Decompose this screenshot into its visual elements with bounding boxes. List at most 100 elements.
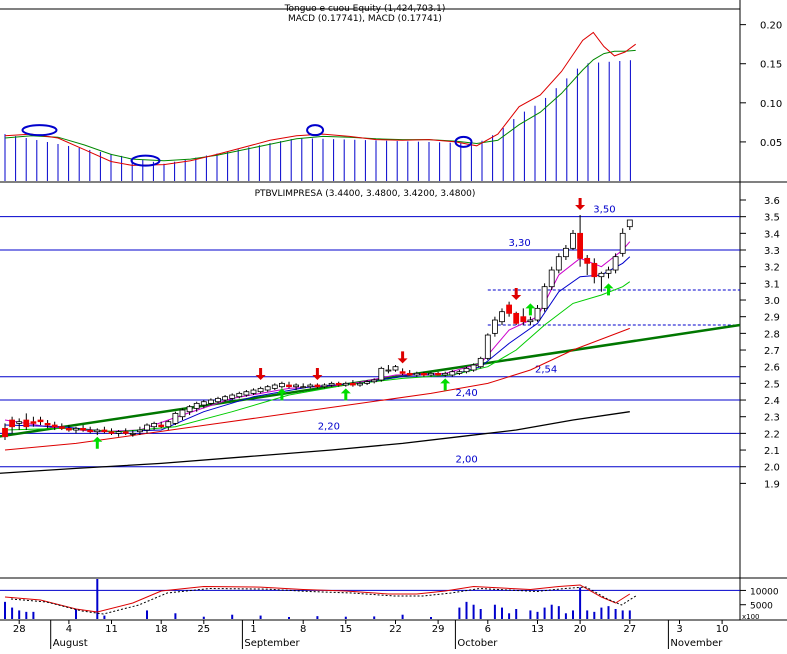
volume-bar (458, 607, 461, 619)
candle-body (9, 419, 16, 428)
volume-bar (586, 610, 589, 619)
candle-body (44, 422, 51, 426)
x-day-label: 8 (300, 624, 306, 635)
candle-body (257, 387, 264, 393)
volume-bar (25, 611, 28, 619)
volume-bar (479, 609, 482, 619)
volume-bar (557, 606, 560, 619)
volume-bar (508, 613, 511, 619)
candle-body (158, 424, 165, 428)
candle-body (364, 381, 371, 384)
volume-bar (515, 609, 518, 619)
x-day-label: 18 (155, 624, 168, 635)
price-y-tick-label: 2.8 (764, 329, 780, 340)
price-y-tick-label: 3.5 (764, 213, 780, 224)
candle-body (548, 269, 555, 288)
candle-body (236, 392, 243, 398)
volume-bar (600, 607, 603, 619)
x-day-label: 22 (389, 624, 402, 635)
volume-bar (344, 616, 347, 619)
candle-body (399, 371, 406, 374)
candle-body (115, 431, 122, 434)
volume-bar (11, 607, 14, 619)
volume-bar (259, 615, 262, 619)
candle-body (470, 364, 477, 371)
candle-body (16, 421, 23, 424)
price-y-tick-label: 2.0 (764, 463, 780, 474)
volume-bar (550, 604, 553, 619)
x-month-label: October (457, 638, 498, 649)
candle-body (94, 429, 101, 433)
candle-body (555, 256, 562, 271)
candle-body (499, 311, 505, 323)
candle-body (612, 256, 619, 271)
price-y-tick-label: 2.3 (764, 413, 780, 424)
candle-body (307, 384, 314, 388)
candle-body (420, 372, 427, 376)
candle-body (435, 372, 442, 376)
volume-bar (572, 610, 574, 619)
candle-body (23, 419, 30, 428)
volume-bar (32, 611, 35, 619)
candle-body (456, 371, 463, 374)
candle-body (428, 372, 434, 376)
candle-body (619, 232, 626, 254)
volume-bar (146, 610, 148, 619)
candle-body (264, 386, 271, 391)
price-y-tick-label: 3.3 (764, 246, 780, 257)
candle-body (2, 427, 8, 438)
candle-body (385, 369, 392, 372)
candle-body (342, 382, 349, 386)
candle-body (51, 424, 58, 428)
volume-bar (493, 604, 496, 619)
chart-window: 0.20 0.15 0.10 0.05 3.6 3.5 3.4 3.3 3.2 3.1 3.0 2.… (0, 0, 787, 649)
x-month-label: November (670, 638, 723, 649)
price-level-label: 3,30 (509, 238, 531, 249)
volume-y-tick-label: 5000 (750, 602, 773, 612)
candle-body (491, 319, 498, 334)
price-y-tick-label: 3.2 (764, 263, 780, 274)
candle-body (570, 232, 576, 249)
price-y-tick-label: 3.6 (764, 196, 780, 207)
volume-bar (75, 609, 77, 619)
volume-bar (472, 604, 475, 619)
candle-body (534, 307, 541, 321)
x-day-label: 13 (531, 624, 544, 635)
price-y-tick-label: 2.4 (764, 396, 780, 407)
volume-bar (536, 611, 539, 619)
price-title: PTBVLIMPRESA (3.4400, 3.4800, 3.4200, 3.… (255, 189, 476, 199)
candle-body (179, 409, 186, 418)
candle-body (271, 384, 278, 389)
x-day-label: 6 (485, 624, 491, 635)
price-y-tick-label: 2.7 (764, 346, 780, 357)
candle-body (321, 384, 328, 388)
candle-body (506, 304, 513, 314)
candle-body (626, 219, 633, 228)
candle-body (484, 334, 491, 359)
volume-bar (628, 610, 631, 619)
price-y-tick-label: 1.9 (764, 479, 780, 490)
price-y-tick-label: 3.1 (764, 279, 780, 290)
x-day-label: 20 (574, 624, 587, 635)
candle-body (335, 382, 342, 386)
price-level-label: 2,40 (456, 388, 478, 399)
candle-body (87, 429, 94, 433)
macd-y-tick-label: 0.10 (760, 99, 782, 110)
candle-body (378, 367, 385, 381)
candle-body (520, 316, 527, 323)
price-y-tick-label: 2.5 (764, 379, 780, 390)
candle-body (165, 421, 172, 428)
macd-y-tick-label: 0.15 (760, 60, 782, 71)
candle-body (108, 431, 115, 434)
candle-body (243, 391, 250, 396)
candle-body (66, 427, 72, 431)
volume-bar (18, 610, 21, 619)
volume-bar (103, 615, 106, 619)
price-level-label: 2,00 (456, 455, 478, 466)
volume-bar (543, 607, 546, 619)
candle-body (477, 357, 484, 368)
candle-body (413, 372, 420, 376)
candle-body (101, 429, 108, 433)
x-month-label: August (53, 638, 88, 649)
candle-body (207, 399, 214, 404)
